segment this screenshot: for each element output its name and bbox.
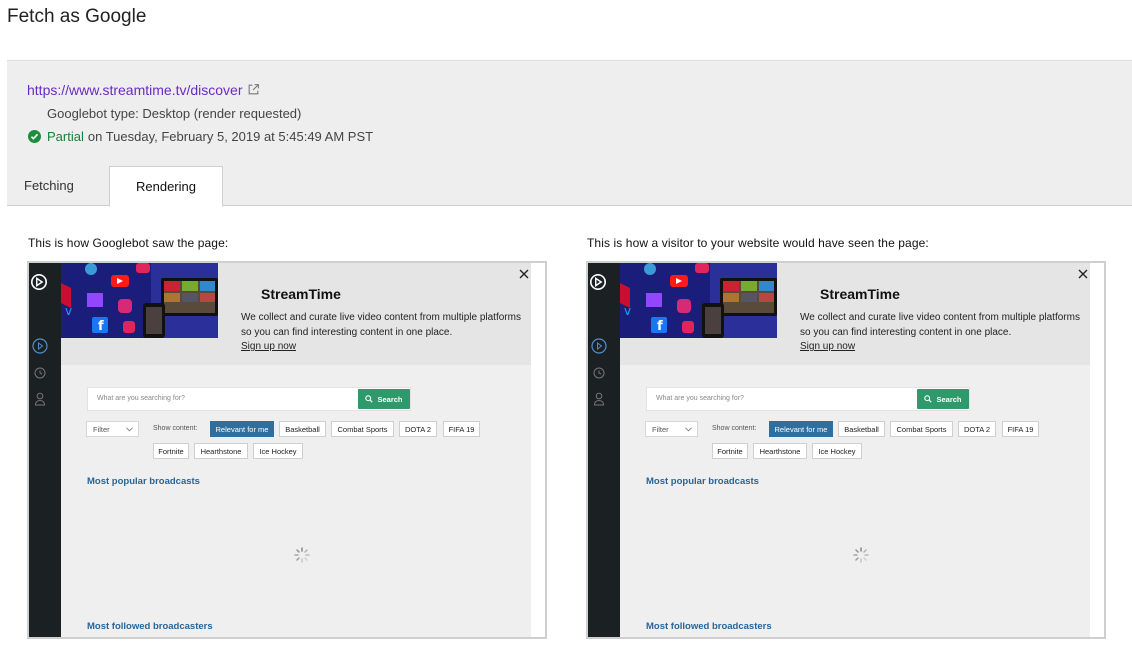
tab-fetching[interactable]: Fetching [24, 178, 74, 193]
streamtime-logo-icon [589, 273, 607, 291]
filter-label: Filter [93, 425, 110, 434]
site-description: We collect and curate live video content… [800, 311, 1090, 355]
site-sidebar [588, 263, 620, 637]
googlebot-render-frame: v f StreamTime We collect and curate liv… [27, 261, 547, 639]
search-placeholder: What are you searching for? [656, 395, 744, 402]
play-icon[interactable] [32, 338, 48, 354]
platforms-hero-image: v f [61, 263, 218, 338]
site-banner: v f StreamTime We collect and curate liv… [620, 263, 1090, 365]
close-icon[interactable] [1076, 267, 1090, 281]
chevron-down-icon [126, 427, 133, 432]
tab-rendering-label: Rendering [136, 179, 196, 194]
chip-fortnite[interactable]: Fortnite [153, 443, 189, 459]
search-placeholder: What are you searching for? [97, 395, 185, 402]
site-content: What are you searching for? Search Filte… [620, 365, 1090, 637]
site-description-text: We collect and curate live video content… [241, 312, 521, 338]
search-button[interactable]: Search [917, 389, 969, 409]
user-icon[interactable] [34, 392, 46, 406]
clock-icon[interactable] [34, 367, 46, 379]
search-icon [924, 395, 933, 403]
site-description: We collect and curate live video content… [241, 311, 531, 355]
chip-ice-hockey[interactable]: Ice Hockey [253, 443, 303, 459]
svg-text:v: v [65, 304, 72, 318]
page-title: Fetch as Google [7, 6, 147, 27]
tab-rendering[interactable]: Rendering [109, 166, 223, 207]
filter-select[interactable]: Filter [86, 421, 139, 437]
signup-link[interactable]: Sign up now [800, 341, 855, 352]
chip-hearthstone[interactable]: Hearthstone [753, 443, 807, 459]
search-icon [365, 395, 374, 403]
loading-spinner-icon [294, 547, 310, 563]
streamtime-logo-icon [30, 273, 48, 291]
search-button-label: Search [377, 394, 403, 404]
user-icon[interactable] [593, 392, 605, 406]
status-timestamp: on Tuesday, February 5, 2019 at 5:45:49 … [87, 129, 374, 144]
section-followed-broadcasters[interactable]: Most followed broadcasters [646, 621, 772, 632]
chip-fifa19[interactable]: FIFA 19 [443, 421, 480, 437]
fetch-status: Partial on Tuesday, February 5, 2019 at … [28, 129, 373, 144]
search-button[interactable]: Search [358, 389, 410, 409]
check-circle-icon [28, 130, 41, 143]
loading-spinner-icon [853, 547, 869, 563]
site-description-text: We collect and curate live video content… [800, 312, 1080, 338]
chip-basketball[interactable]: Basketball [279, 421, 326, 437]
section-popular-broadcasts[interactable]: Most popular broadcasts [87, 476, 200, 487]
visitor-caption: This is how a visitor to your website wo… [587, 236, 929, 250]
filter-label: Filter [652, 425, 669, 434]
visitor-render-frame: v f StreamTime We collect and curate liv… [586, 261, 1106, 639]
search-button-label: Search [936, 394, 962, 404]
chip-fortnite[interactable]: Fortnite [712, 443, 748, 459]
filter-select[interactable]: Filter [645, 421, 698, 437]
close-icon[interactable] [517, 267, 531, 281]
googlebot-caption: This is how Googlebot saw the page: [28, 236, 229, 250]
googlebot-type: Googlebot type: Desktop (render requeste… [47, 106, 302, 121]
site-title: StreamTime [261, 286, 341, 302]
svg-text:f: f [98, 319, 104, 334]
chip-basketball[interactable]: Basketball [838, 421, 885, 437]
platforms-hero-image: v f [620, 263, 777, 338]
clock-icon[interactable] [593, 367, 605, 379]
chip-relevant-for-me[interactable]: Relevant for me [210, 421, 274, 437]
chip-dota2[interactable]: DOTA 2 [958, 421, 996, 437]
status-badge: Partial [47, 129, 84, 144]
svg-text:v: v [624, 304, 631, 318]
chip-hearthstone[interactable]: Hearthstone [194, 443, 248, 459]
play-icon[interactable] [591, 338, 607, 354]
svg-text:f: f [657, 319, 663, 334]
chevron-down-icon [685, 427, 692, 432]
external-link-icon[interactable] [247, 83, 260, 96]
site-sidebar [29, 263, 61, 637]
chip-combat-sports[interactable]: Combat Sports [331, 421, 394, 437]
section-popular-broadcasts[interactable]: Most popular broadcasts [646, 476, 759, 487]
signup-link[interactable]: Sign up now [241, 341, 296, 352]
section-followed-broadcasters[interactable]: Most followed broadcasters [87, 621, 213, 632]
chip-ice-hockey[interactable]: Ice Hockey [812, 443, 862, 459]
chip-dota2[interactable]: DOTA 2 [399, 421, 437, 437]
site-title: StreamTime [820, 286, 900, 302]
chip-relevant-for-me[interactable]: Relevant for me [769, 421, 833, 437]
show-content-label: Show content: [712, 425, 757, 432]
chip-fifa19[interactable]: FIFA 19 [1002, 421, 1039, 437]
site-banner: v f StreamTime We collect and curate liv… [61, 263, 531, 365]
site-content: What are you searching for? Search Filte… [61, 365, 531, 637]
chip-combat-sports[interactable]: Combat Sports [890, 421, 953, 437]
show-content-label: Show content: [153, 425, 198, 432]
fetched-url-link[interactable]: https://www.streamtime.tv/discover [27, 82, 243, 98]
